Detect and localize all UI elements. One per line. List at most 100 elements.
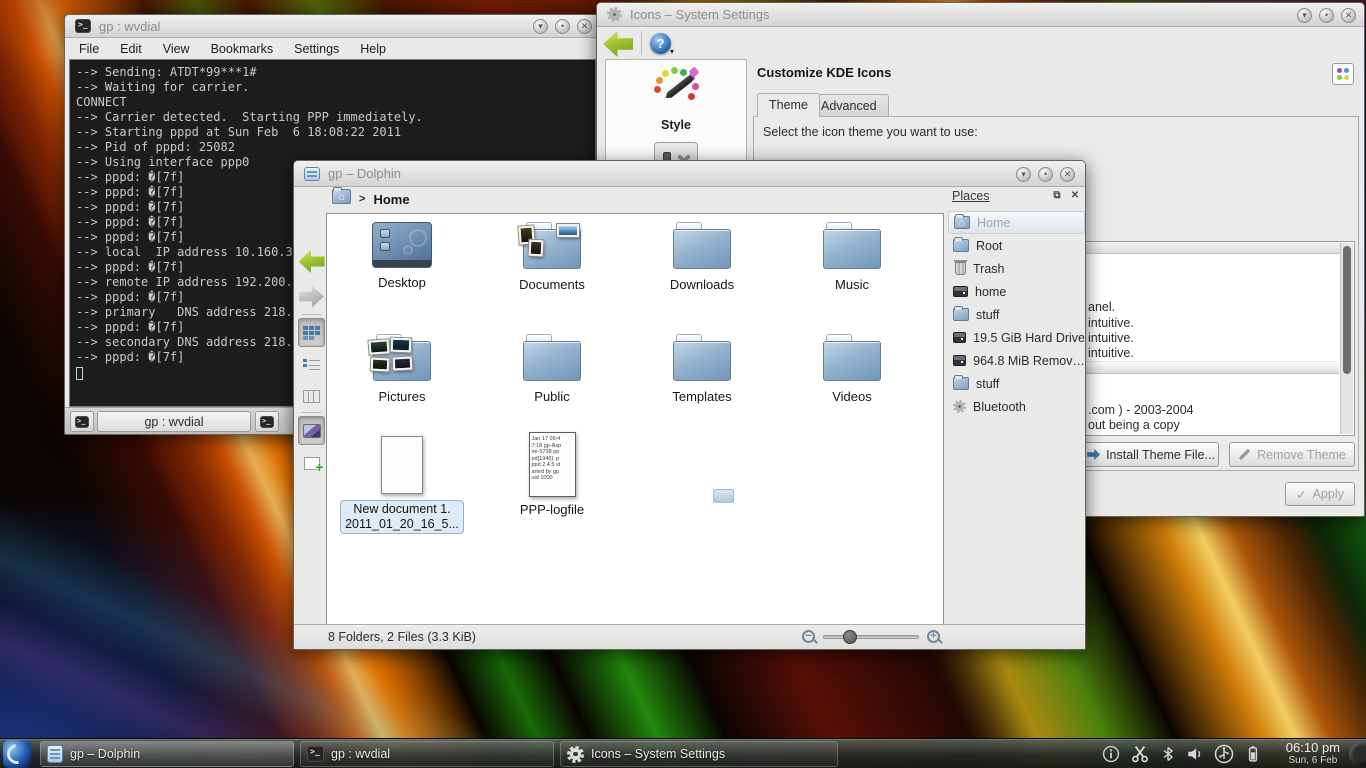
folder-item[interactable]: Music xyxy=(777,222,927,292)
tab-theme[interactable]: Theme xyxy=(757,93,820,117)
folder-item[interactable]: Templates xyxy=(627,334,777,404)
menu-file[interactable]: File xyxy=(79,42,99,56)
scrollbar-thumb[interactable] xyxy=(1343,246,1351,374)
preview-button[interactable] xyxy=(298,416,325,445)
list-item-fragment[interactable]: anel. xyxy=(1088,300,1115,314)
menu-edit[interactable]: Edit xyxy=(120,42,142,56)
details-view-button[interactable] xyxy=(298,350,325,379)
close-button[interactable]: ✕ xyxy=(1060,167,1075,182)
close-panel-icon[interactable]: ✕ xyxy=(1069,190,1081,202)
list-item-fragment[interactable]: intuitive. xyxy=(1088,316,1134,330)
columns-view-button[interactable] xyxy=(298,382,325,411)
install-theme-button[interactable]: Install Theme File... xyxy=(1083,442,1219,467)
folder-item[interactable]: Documents xyxy=(477,222,627,292)
clock[interactable]: 06:10 pm Sun, 6 Feb xyxy=(1286,740,1340,767)
zoom-in-icon[interactable]: + xyxy=(927,630,940,643)
folder-item[interactable]: Pictures xyxy=(327,334,477,404)
folder-view[interactable]: Desktop Documents Downloads Music xyxy=(326,213,944,626)
zoom-out-icon[interactable]: − xyxy=(802,630,815,643)
klipper-scissors-icon[interactable] xyxy=(1130,744,1150,764)
list-item-fragment[interactable]: intuitive. xyxy=(1088,346,1134,360)
close-button[interactable]: ✕ xyxy=(577,19,592,34)
minimize-button[interactable]: ▾ xyxy=(1297,8,1312,23)
zoom-slider-handle[interactable] xyxy=(843,630,857,644)
breadcrumb-home[interactable]: Home xyxy=(373,192,409,207)
place-trash[interactable]: Trash xyxy=(948,257,1085,280)
menu-view[interactable]: View xyxy=(163,42,190,56)
toolbar-separator xyxy=(302,314,321,315)
chevron-down-icon[interactable]: ▾ xyxy=(670,47,674,56)
close-button[interactable]: ✕ xyxy=(1341,8,1356,23)
float-panel-icon[interactable]: ⧉ xyxy=(1051,190,1063,202)
sidebar-item-style[interactable]: Style xyxy=(606,66,746,132)
help-button[interactable]: ? xyxy=(650,33,671,54)
theme-description-line: .com ) - 2003-2004 xyxy=(1088,403,1194,417)
folder-item[interactable]: Videos xyxy=(777,334,927,404)
file-item[interactable]: Jan 17 09:4 7:18 gp-Asp ire-5738 pp pd[1… xyxy=(477,432,627,517)
task-konsole[interactable]: >_ gp : wvdial xyxy=(300,741,554,767)
minimize-button[interactable]: ▾ xyxy=(533,19,548,34)
system-settings-titlebar[interactable]: Icons – System Settings ▾ • ✕ xyxy=(597,3,1364,27)
device-notifier-icon[interactable] xyxy=(1214,744,1234,764)
folder-icon xyxy=(953,308,969,321)
apply-button[interactable]: ✓ Apply xyxy=(1285,482,1355,506)
place-stuff-2[interactable]: stuff xyxy=(948,372,1085,395)
place-bluetooth[interactable]: Bluetooth xyxy=(948,395,1085,418)
minimize-button[interactable]: ▾ xyxy=(1016,167,1031,182)
tab-list-button[interactable]: >_ xyxy=(255,411,279,432)
konsole-tab[interactable]: gp : wvdial xyxy=(97,411,251,432)
back-button[interactable] xyxy=(298,247,325,276)
place-removable-drive[interactable]: 964.8 MiB Remov… xyxy=(948,349,1085,372)
panel-cashew-icon[interactable] xyxy=(1349,742,1366,766)
scrollbar[interactable] xyxy=(1340,243,1353,434)
overview-button[interactable] xyxy=(1332,63,1354,85)
hard-drive-icon xyxy=(953,286,968,297)
konsole-titlebar[interactable]: >_ gp : wvdial ▾ • ✕ xyxy=(65,15,600,38)
folder-item[interactable]: Desktop xyxy=(327,222,477,290)
dolphin-window: gp – Dolphin ▾ • ✕ ⌂ > Home xyxy=(293,160,1086,650)
clock-time: 06:10 pm xyxy=(1286,740,1340,755)
split-button[interactable] xyxy=(298,449,325,478)
folder-label: Videos xyxy=(832,389,872,404)
menu-settings[interactable]: Settings xyxy=(294,42,339,56)
remove-theme-button[interactable]: Remove Theme xyxy=(1229,442,1355,467)
file-item-selected[interactable]: New document 1. 2011_01_20_16_5... xyxy=(327,436,477,534)
folder-icon xyxy=(823,222,881,270)
dolphin-titlebar[interactable]: gp – Dolphin ▾ • ✕ xyxy=(294,161,1085,187)
places-header: Places xyxy=(952,189,990,203)
app-launcher-icon[interactable] xyxy=(3,740,31,768)
place-stuff[interactable]: stuff xyxy=(948,303,1085,326)
folder-label: Desktop xyxy=(378,275,426,290)
folder-item[interactable]: Downloads xyxy=(627,222,777,292)
home-icon[interactable]: ⌂ xyxy=(332,189,351,209)
folder-label: Downloads xyxy=(670,277,734,292)
folder-item[interactable]: Public xyxy=(477,334,627,404)
menu-bookmarks[interactable]: Bookmarks xyxy=(211,42,274,56)
task-system-settings[interactable]: Icons – System Settings xyxy=(560,741,838,767)
maximize-button[interactable]: • xyxy=(1319,8,1334,23)
forward-button[interactable] xyxy=(298,282,325,311)
tab-advanced[interactable]: Advanced xyxy=(809,94,889,116)
dolphin-app-icon xyxy=(47,745,63,763)
bluetooth-icon[interactable] xyxy=(1160,745,1176,763)
task-label: Icons – System Settings xyxy=(591,747,725,761)
gear-icon xyxy=(567,746,584,763)
list-item-fragment[interactable]: intuitive. xyxy=(1088,331,1134,345)
sidebar-item-label: Style xyxy=(606,118,746,132)
place-home-partition[interactable]: home xyxy=(948,280,1085,303)
volume-icon[interactable] xyxy=(1186,745,1204,763)
menu-help[interactable]: Help xyxy=(360,42,386,56)
place-home[interactable]: ⌂ Home xyxy=(948,211,1085,234)
info-icon[interactable] xyxy=(1102,745,1120,763)
task-dolphin[interactable]: gp – Dolphin xyxy=(40,741,294,767)
new-tab-button[interactable]: >_ xyxy=(70,411,94,432)
back-button[interactable] xyxy=(603,31,633,57)
zoom-slider-track[interactable] xyxy=(823,635,919,639)
battery-icon[interactable] xyxy=(1244,744,1262,764)
maximize-button[interactable]: • xyxy=(1038,167,1053,182)
maximize-button[interactable]: • xyxy=(555,19,570,34)
trash-icon xyxy=(955,262,966,275)
icons-view-button[interactable] xyxy=(298,318,325,347)
place-root[interactable]: Root xyxy=(948,234,1085,257)
place-hard-drive[interactable]: 19.5 GiB Hard Drive xyxy=(948,326,1085,349)
